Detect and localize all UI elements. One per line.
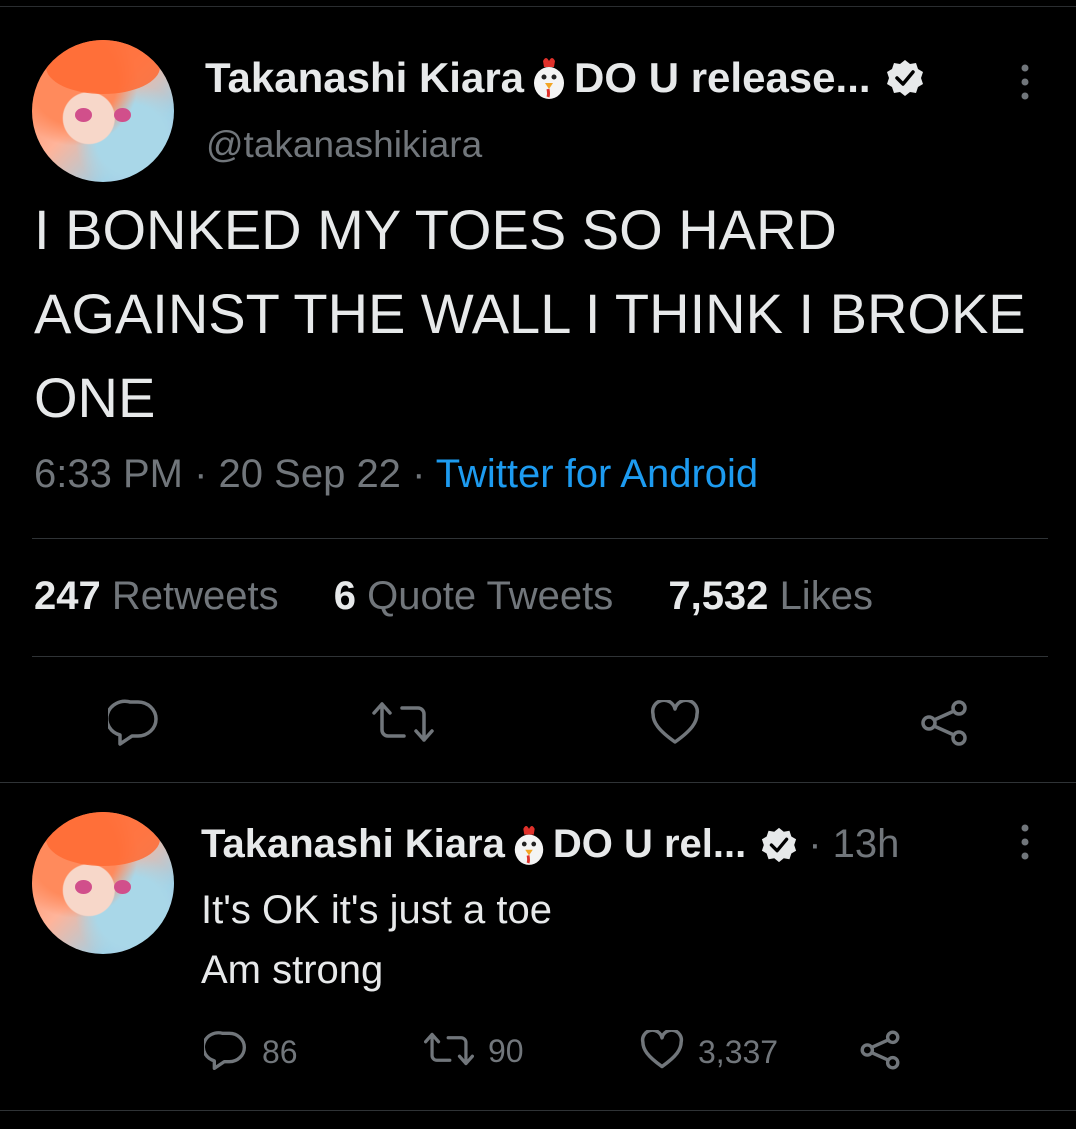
reply-button[interactable] [105,698,160,751]
more-icon[interactable] [1016,62,1034,108]
reply-author-suffix: DO U rel... [552,822,747,866]
likes-stat[interactable]: 7,532 Likes [668,574,873,618]
retweets-stat[interactable]: 247 Retweets [34,574,279,618]
divider [0,782,1076,783]
reply-time[interactable]: · 13h [808,822,899,867]
divider [32,656,1048,657]
like-button[interactable] [650,698,700,751]
reply-share-button[interactable] [858,1030,902,1075]
meta-separator: · [194,452,208,496]
chicken-emoji-icon [530,55,568,101]
reply-text: It's OK it's just a toe Am strong [201,880,552,1000]
tweet-meta: 6:33 PM · 20 Sep 22 · Twitter for Androi… [34,452,758,497]
like-count: 3,337 [698,1034,779,1070]
author-name[interactable]: Takanashi Kiara DO U release... [205,54,925,102]
reply-avatar[interactable] [32,812,174,954]
share-icon [918,700,970,751]
tweet-text: I BONKED MY TOES SO HARD AGAINST THE WAL… [34,198,1026,429]
reply-line: Am strong [201,948,384,992]
reply-more-icon[interactable] [1016,822,1034,868]
verified-badge-icon [760,826,798,864]
tweet-date[interactable]: 20 Sep 22 [219,452,401,496]
reply-author-name-text: Takanashi Kiara [201,822,505,866]
reply-author-name[interactable]: Takanashi Kiara DO U rel... · 13h [201,822,899,867]
retweet-button[interactable] [372,700,434,749]
reply-icon [105,698,160,751]
share-button[interactable] [918,700,970,751]
chicken-emoji-icon [511,823,547,867]
author-handle[interactable]: @takanashikiara [206,124,482,166]
like-icon [640,1028,684,1075]
divider [0,1110,1076,1111]
reply-like-button[interactable]: 3,337 [640,1028,779,1075]
reply-retweet-button[interactable]: 90 [424,1030,524,1073]
tweet-source[interactable]: Twitter for Android [436,452,758,496]
retweet-icon [372,700,434,749]
reply-count: 86 [262,1034,298,1070]
top-divider [0,6,1076,7]
divider [32,538,1048,539]
share-icon [858,1030,902,1075]
author-name-text: Takanashi Kiara [205,54,525,101]
avatar[interactable] [32,40,174,182]
reply-reply-button[interactable]: 86 [201,1030,298,1075]
meta-separator: · [412,452,426,496]
like-icon [650,698,700,751]
quotes-stat[interactable]: 6 Quote Tweets [334,574,613,618]
tweet-time[interactable]: 6:33 PM [34,452,183,496]
tweet-stats: 247 Retweets 6 Quote Tweets 7,532 Likes [34,574,873,619]
reply-icon [201,1030,248,1075]
retweet-icon [424,1030,474,1073]
author-suffix: DO U release... [574,54,871,101]
retweet-count: 90 [488,1033,524,1069]
verified-badge-icon [885,58,925,98]
reply-line: It's OK it's just a toe [201,888,552,932]
